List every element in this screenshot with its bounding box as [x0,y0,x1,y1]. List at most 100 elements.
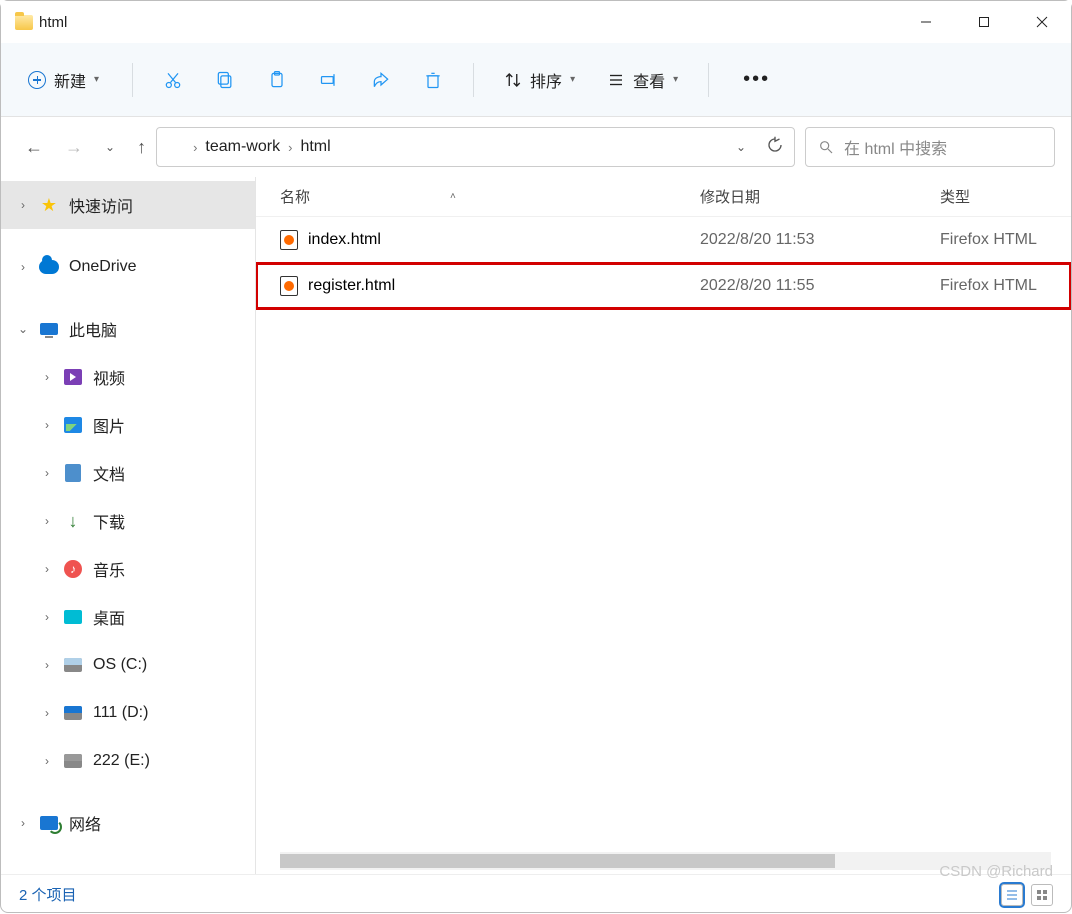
sidebar-label: 桌面 [93,605,125,629]
sidebar-item-quick-access[interactable]: ›★快速访问 [1,181,255,229]
thumbnails-view-button[interactable] [1031,884,1053,906]
sidebar-label: OS (C:) [93,656,147,674]
folder-icon [15,15,33,30]
recent-dropdown[interactable]: ⌄ [105,140,115,154]
sidebar-label: 网络 [69,811,101,835]
bc-sep-icon: › [288,140,292,155]
back-button[interactable]: ← [25,137,43,158]
sidebar-item-video[interactable]: ›视频 [1,353,255,401]
sidebar-item-drive-d[interactable]: ›111 (D:) [1,689,255,737]
file-row[interactable]: register.html 2022/8/20 11:55Firefox HTML [256,263,1071,309]
breadcrumb-item[interactable]: html [300,138,330,156]
chevron-down-icon: ▾ [570,74,575,85]
new-button[interactable]: 新建 ▾ [13,59,114,101]
desktop-icon [63,608,83,626]
sort-label: 排序 [530,68,562,92]
cloud-icon [39,258,59,276]
html-file-icon [280,276,298,296]
search-placeholder: 在 html 中搜索 [844,135,947,159]
sidebar-label: 快速访问 [69,193,133,217]
delete-button[interactable] [411,58,455,102]
sidebar-label: 音乐 [93,557,125,581]
scrollbar-thumb[interactable] [280,854,835,868]
sidebar-item-drive-c[interactable]: ›OS (C:) [1,641,255,689]
details-view-button[interactable] [1001,884,1023,906]
horizontal-scrollbar[interactable] [280,852,1051,870]
minimize-button[interactable] [897,1,955,43]
view-button[interactable]: 查看 ▾ [595,60,690,100]
forward-button[interactable]: → [65,137,83,158]
col-type[interactable]: 类型 [940,186,1071,207]
pictures-icon [63,416,83,434]
sidebar-item-music[interactable]: ›♪音乐 [1,545,255,593]
music-icon: ♪ [63,560,83,578]
separator [708,63,709,97]
sidebar-item-downloads[interactable]: ›↓下载 [1,497,255,545]
cut-button[interactable] [151,58,195,102]
maximize-button[interactable] [955,1,1013,43]
drive-icon [63,752,83,770]
watermark: CSDN @Richard [939,863,1053,880]
file-list: 名称˄ 修改日期 类型 index.html2022/8/20 11:53Fir… [256,177,1071,874]
window-title: html [39,14,897,31]
file-name: register.html [308,277,395,295]
share-button[interactable] [359,58,403,102]
file-date: 2022/8/20 11:55 [700,277,940,295]
star-icon: ★ [39,196,59,214]
chevron-down-icon: ▾ [94,74,99,85]
refresh-button[interactable] [766,136,784,159]
sidebar-item-network[interactable]: ›网络 [1,799,255,847]
toolbar: 新建 ▾ 排序 ▾ 查看 ▾ ••• [1,43,1071,117]
sidebar-label: 图片 [93,413,125,437]
up-button[interactable]: ↑ [137,137,146,158]
sidebar-label: 此电脑 [69,317,117,341]
html-file-icon [280,230,298,250]
sidebar-label: 视频 [93,365,125,389]
video-icon [63,368,83,386]
rename-button[interactable] [307,58,351,102]
col-name[interactable]: 名称 [280,186,310,207]
sidebar-item-pictures[interactable]: ›图片 [1,401,255,449]
drive-icon [63,656,83,674]
chevron-down-icon: ▾ [673,74,678,85]
paste-button[interactable] [255,58,299,102]
new-label: 新建 [54,68,86,92]
sidebar-item-drive-e[interactable]: ›222 (E:) [1,737,255,785]
file-name: index.html [308,231,381,249]
network-icon [39,814,59,832]
chevron-down-icon[interactable]: ⌄ [736,140,746,154]
file-row[interactable]: index.html 2022/8/20 11:53Firefox HTML [256,217,1071,263]
file-type: Firefox HTML [940,231,1071,249]
copy-button[interactable] [203,58,247,102]
breadcrumb[interactable]: › team-work › html ⌄ [156,127,795,167]
sidebar-label: 222 (E:) [93,752,150,770]
sidebar-item-desktop[interactable]: ›桌面 [1,593,255,641]
sort-button[interactable]: 排序 ▾ [492,60,587,100]
view-label: 查看 [633,68,665,92]
folder-icon [167,140,185,155]
more-button[interactable]: ••• [727,60,786,99]
sidebar-label: 文档 [93,461,125,485]
sort-asc-icon: ˄ [450,191,456,202]
search-box[interactable]: 在 html 中搜索 [805,127,1055,167]
download-icon: ↓ [63,512,83,530]
item-count: 2 个项目 [19,884,77,905]
separator [132,63,133,97]
sidebar-item-documents[interactable]: ›文档 [1,449,255,497]
breadcrumb-item[interactable]: team-work [205,138,280,156]
file-type: Firefox HTML [940,277,1071,295]
separator [473,63,474,97]
column-headers[interactable]: 名称 ˄ 修改日期 类型 [256,177,1071,217]
close-button[interactable] [1013,1,1071,43]
sidebar: ›★快速访问 ›OneDrive ⌄此电脑 ›视频 ›图片 ›文档 ›↓下载 ›… [1,177,256,874]
sidebar-item-thispc[interactable]: ⌄此电脑 [1,305,255,353]
sidebar-item-onedrive[interactable]: ›OneDrive [1,243,255,291]
col-date[interactable]: 修改日期 [700,186,940,207]
search-icon [818,139,834,155]
pc-icon [39,320,59,338]
plus-icon [28,71,46,89]
documents-icon [63,464,83,482]
sidebar-label: OneDrive [69,258,137,276]
file-date: 2022/8/20 11:53 [700,231,940,249]
title-bar: html [1,1,1071,43]
